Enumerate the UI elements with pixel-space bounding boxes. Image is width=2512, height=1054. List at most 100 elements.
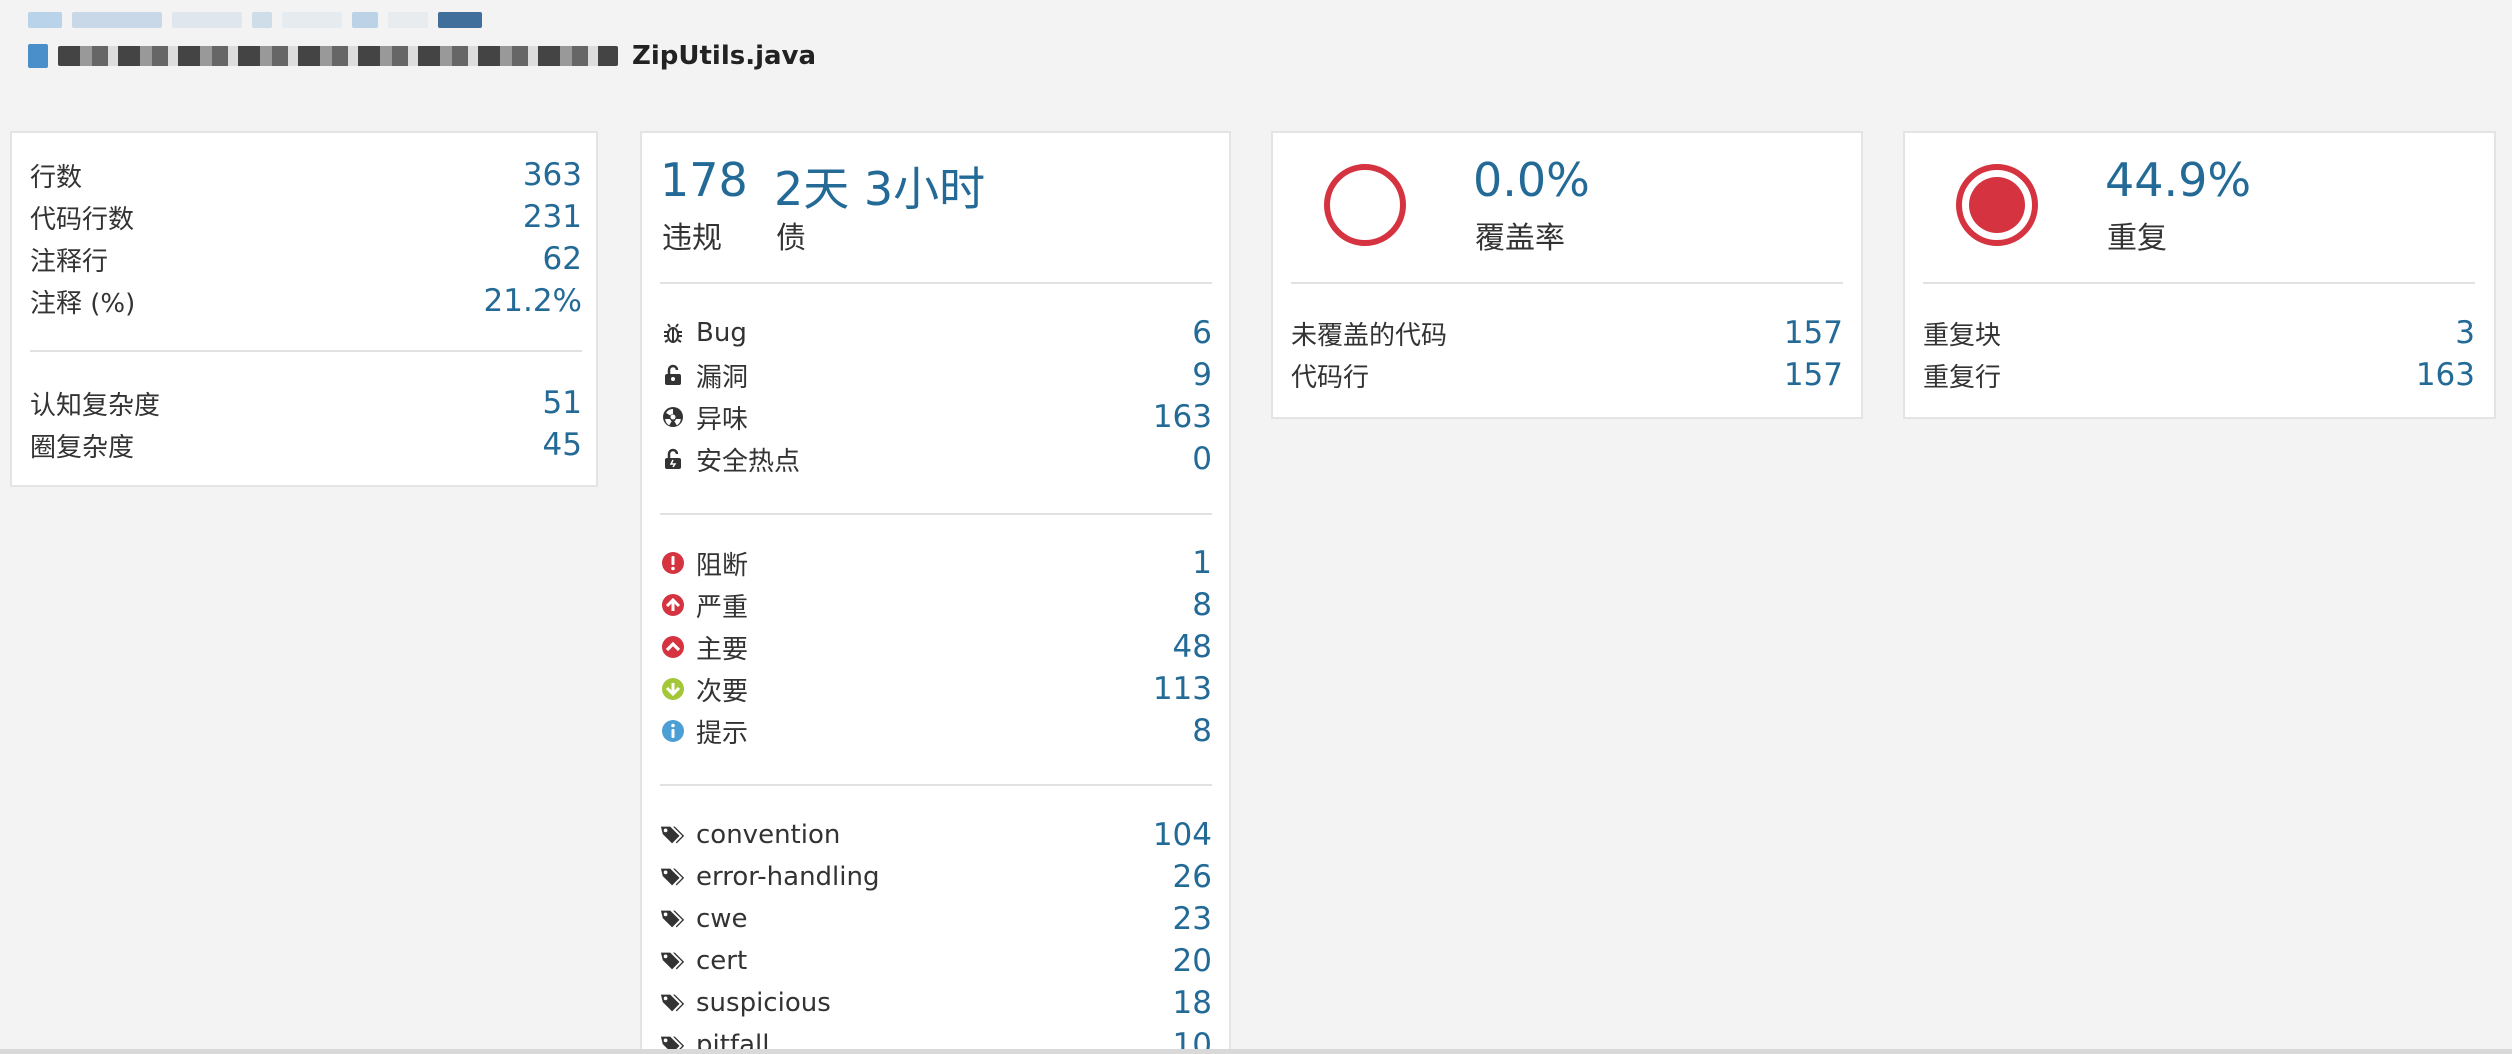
- complexity-row-label: 圈复杂度: [30, 432, 135, 463]
- tag-label: cwe: [696, 904, 748, 934]
- size-row[interactable]: 注释行 62: [30, 239, 582, 279]
- coverage-row-label: 代码行: [1291, 362, 1370, 393]
- file-title: ZipUtils.java: [632, 41, 817, 71]
- issue-type-row[interactable]: 异味 163: [660, 397, 1212, 437]
- severity-label: 主要: [696, 634, 749, 665]
- size-row[interactable]: 注释 (%) 21.2%: [30, 281, 582, 321]
- issue-type-row[interactable]: Bug 6: [660, 313, 1212, 353]
- severity-row[interactable]: 次要 113: [660, 669, 1212, 709]
- tag-value[interactable]: 23: [1173, 901, 1212, 937]
- bottom-scroll-edge: [0, 1049, 2512, 1054]
- duplication-row-label: 重复行: [1923, 362, 2002, 393]
- size-row-label: 注释行: [30, 246, 109, 277]
- lock-open-icon: [660, 362, 686, 388]
- code-smell-icon: [660, 404, 686, 430]
- severity-label: 严重: [696, 592, 749, 623]
- duplication-row-value[interactable]: 3: [2455, 315, 2475, 351]
- tag-row[interactable]: cert 20: [660, 941, 1212, 981]
- tag-row[interactable]: suspicious 18: [660, 983, 1212, 1023]
- severity-label-wrap: 提示: [660, 713, 748, 750]
- coverage-row[interactable]: 代码行 157: [1291, 355, 1843, 395]
- tags-icon: [660, 822, 686, 848]
- issue-type-label: 异味: [696, 404, 749, 435]
- tag-value[interactable]: 104: [1153, 817, 1212, 853]
- violations-label: 违规: [662, 221, 722, 256]
- tags-icon: [660, 906, 686, 932]
- tag-row[interactable]: convention 104: [660, 815, 1212, 855]
- tag-value[interactable]: 20: [1173, 943, 1212, 979]
- divider: [30, 350, 582, 352]
- severity-row[interactable]: 阻断 1: [660, 543, 1212, 583]
- size-row-label: 注释 (%): [30, 288, 136, 319]
- tag-value[interactable]: 18: [1173, 985, 1212, 1021]
- size-row-value[interactable]: 62: [543, 241, 582, 277]
- coverage-row[interactable]: 未覆盖的代码 157: [1291, 313, 1843, 353]
- issue-type-value[interactable]: 6: [1192, 315, 1212, 351]
- coverage-row-value[interactable]: 157: [1784, 357, 1843, 393]
- duplication-row[interactable]: 重复块 3: [1923, 313, 2475, 353]
- tag-label-wrap: error-handling: [660, 862, 880, 892]
- tag-label: suspicious: [696, 988, 831, 1018]
- issue-type-label: 漏洞: [696, 362, 749, 393]
- severity-row[interactable]: 主要 48: [660, 627, 1212, 667]
- severity-row[interactable]: 提示 8: [660, 711, 1212, 751]
- coverage-value[interactable]: 0.0%: [1473, 153, 1590, 207]
- tag-label-wrap: cwe: [660, 904, 748, 934]
- coverage-card: 0.0% 覆盖率 未覆盖的代码 157 代码行 157: [1271, 131, 1863, 419]
- severity-value[interactable]: 8: [1192, 587, 1212, 623]
- coverage-label: 覆盖率: [1475, 221, 1565, 256]
- breadcrumb-redacted: [352, 12, 378, 28]
- divider: [660, 513, 1212, 515]
- duplication-value[interactable]: 44.9%: [2105, 153, 2251, 207]
- tag-label: error-handling: [696, 862, 880, 892]
- divider: [1291, 282, 1843, 284]
- size-row-value[interactable]: 231: [523, 199, 582, 235]
- issue-type-value[interactable]: 9: [1192, 357, 1212, 393]
- tag-row[interactable]: cwe 23: [660, 899, 1212, 939]
- file-measures-page: ZipUtils.java 行数 363 代码行数 231 注释行 62 注释 …: [0, 0, 2512, 1054]
- severity-value[interactable]: 1: [1192, 545, 1212, 581]
- issue-type-value[interactable]: 163: [1153, 399, 1212, 435]
- divider: [660, 282, 1212, 284]
- issue-type-value[interactable]: 0: [1192, 441, 1212, 477]
- size-row-value[interactable]: 21.2%: [484, 283, 582, 319]
- severity-label: 阻断: [696, 550, 749, 581]
- duplication-label: 重复: [2107, 221, 2167, 256]
- severity-value[interactable]: 113: [1153, 671, 1212, 707]
- complexity-row[interactable]: 认知复杂度 51: [30, 383, 582, 423]
- tag-label-wrap: convention: [660, 820, 840, 850]
- size-row-value[interactable]: 363: [523, 157, 582, 193]
- severity-label: 次要: [696, 676, 749, 707]
- tag-value[interactable]: 26: [1173, 859, 1212, 895]
- duplication-row-label: 重复块: [1923, 320, 2002, 351]
- issue-type-row[interactable]: 安全热点 0: [660, 439, 1212, 479]
- debt-value[interactable]: 2天 3小时: [774, 153, 985, 219]
- breadcrumb-redacted: [388, 12, 428, 28]
- duplication-row-value[interactable]: 163: [2416, 357, 2475, 393]
- issue-type-label-wrap: 异味: [660, 399, 748, 436]
- issue-type-label: Bug: [696, 318, 747, 348]
- size-row[interactable]: 代码行数 231: [30, 197, 582, 237]
- path-redacted: [58, 46, 618, 66]
- complexity-row-value[interactable]: 45: [543, 427, 582, 463]
- severity-label: 提示: [696, 718, 749, 749]
- duplication-row[interactable]: 重复行 163: [1923, 355, 2475, 395]
- breadcrumb-redacted: [252, 12, 272, 28]
- breadcrumb[interactable]: [28, 6, 492, 34]
- issue-type-label: 安全热点: [696, 446, 801, 477]
- complexity-row-value[interactable]: 51: [543, 385, 582, 421]
- complexity-row[interactable]: 圈复杂度 45: [30, 425, 582, 465]
- blocker-icon: [660, 550, 686, 576]
- size-row-label: 代码行数: [30, 204, 135, 235]
- violations-count[interactable]: 178: [660, 153, 748, 207]
- severity-value[interactable]: 48: [1173, 629, 1212, 665]
- severity-value[interactable]: 8: [1192, 713, 1212, 749]
- duplications-card: 44.9% 重复 重复块 3 重复行 163: [1903, 131, 2496, 419]
- tag-row[interactable]: error-handling 26: [660, 857, 1212, 897]
- security-hotspot-icon: [660, 446, 686, 472]
- tag-label-wrap: suspicious: [660, 988, 831, 1018]
- size-row[interactable]: 行数 363: [30, 155, 582, 195]
- severity-row[interactable]: 严重 8: [660, 585, 1212, 625]
- issue-type-row[interactable]: 漏洞 9: [660, 355, 1212, 395]
- coverage-row-value[interactable]: 157: [1784, 315, 1843, 351]
